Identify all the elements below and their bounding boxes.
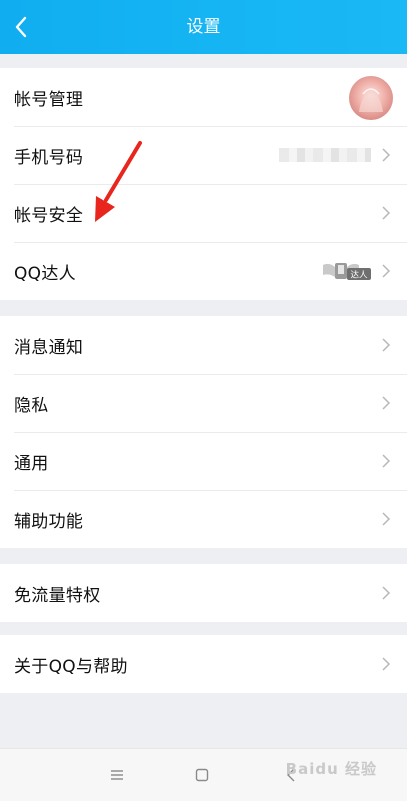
- row-accessibility[interactable]: 辅助功能: [0, 490, 407, 548]
- row-label: 帐号管理: [14, 89, 84, 110]
- row-label: 通用: [14, 453, 49, 474]
- row-general[interactable]: 通用: [0, 432, 407, 490]
- home-icon: [195, 768, 209, 782]
- row-label: 手机号码: [14, 147, 84, 168]
- title-bar: 设置: [0, 0, 407, 54]
- row-phone-number[interactable]: 手机号码: [0, 126, 407, 184]
- general-settings-group: 消息通知 隐私 通用 辅助功能: [0, 316, 407, 548]
- row-label: 免流量特权: [14, 585, 101, 606]
- data-privilege-group: 免流量特权: [0, 564, 407, 622]
- page-title: 设置: [186, 17, 221, 37]
- menu-button[interactable]: [106, 765, 128, 785]
- row-label: QQ达人: [14, 263, 76, 284]
- talent-badge-icon: 达人: [323, 263, 371, 281]
- row-label: 辅助功能: [14, 511, 84, 532]
- row-free-data-privilege[interactable]: 免流量特权: [0, 564, 407, 622]
- phone-number-value-blurred: [279, 148, 371, 162]
- account-settings-group: 帐号管理 手机号码 帐号安全 QQ达人 达人: [0, 68, 407, 300]
- chevron-right-icon: [382, 396, 391, 410]
- chevron-right-icon: [382, 657, 391, 671]
- chevron-right-icon: [382, 338, 391, 352]
- home-button[interactable]: [191, 765, 213, 785]
- row-label: 关于QQ与帮助: [14, 656, 128, 677]
- talent-badge-label: 达人: [350, 270, 368, 281]
- watermark: Baidu 经验: [285, 760, 377, 778]
- row-label: 消息通知: [14, 337, 84, 358]
- chevron-right-icon: [382, 148, 391, 162]
- row-privacy[interactable]: 隐私: [0, 374, 407, 432]
- avatar[interactable]: [349, 76, 393, 120]
- row-account-management[interactable]: 帐号管理: [0, 68, 407, 126]
- row-message-notifications[interactable]: 消息通知: [0, 316, 407, 374]
- row-label: 帐号安全: [14, 205, 84, 226]
- chevron-right-icon: [382, 206, 391, 220]
- chevron-right-icon: [382, 454, 391, 468]
- chevron-right-icon: [382, 512, 391, 526]
- row-label: 隐私: [14, 395, 49, 416]
- chevron-right-icon: [382, 264, 391, 278]
- row-qq-talent[interactable]: QQ达人 达人: [0, 242, 407, 300]
- row-about-qq-help[interactable]: 关于QQ与帮助: [0, 635, 407, 693]
- row-account-security[interactable]: 帐号安全: [0, 184, 407, 242]
- menu-icon: [111, 770, 123, 780]
- chevron-right-icon: [382, 586, 391, 600]
- about-group: 关于QQ与帮助: [0, 635, 407, 693]
